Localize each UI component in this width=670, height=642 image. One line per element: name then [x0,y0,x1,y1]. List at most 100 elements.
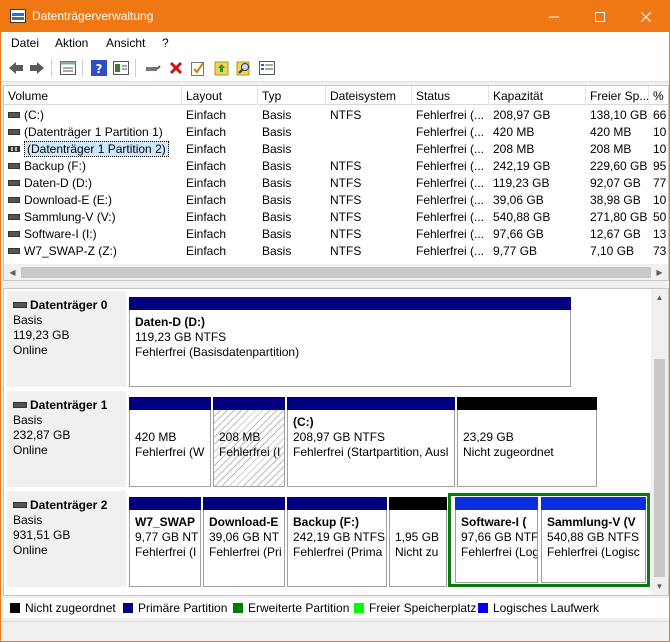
scroll-right-arrow-icon[interactable]: ▶ [651,264,668,280]
cell-kap: 9,77 GB [493,244,538,258]
partition-block[interactable]: Backup (F:) 242,19 GB NTFS Fehlerfrei (Pri… [287,497,387,587]
menu-ansicht[interactable]: Ansicht [106,36,145,50]
disk-size: 931,51 GB [13,528,71,542]
cell-fs: NTFS [330,227,362,241]
forward-button[interactable] [28,59,46,77]
menu-datei[interactable]: Datei [11,36,39,50]
volume-icon [8,111,20,118]
column-header-layout[interactable]: Layout [182,86,258,105]
volume-list-header: Volume Layout Typ Dateisystem Status Kap… [4,86,668,105]
cell-frei: 38,98 GB [590,193,641,207]
horizontal-scrollbar[interactable]: ◀ ▶ [4,264,668,280]
connect-icon [146,65,161,71]
vertical-scroll-thumb[interactable] [654,359,665,577]
partition-details: 420 MB Fehlerfrei (W [129,410,211,487]
properties-icon [60,61,76,75]
cell-frei: 92,07 GB [590,176,641,190]
help-button[interactable]: ? [90,59,108,77]
partition-block[interactable]: Software-I (97,66 GB NTFS Fehlerfrei (Log [455,497,538,583]
disk-name: Datenträger 1 [13,398,126,413]
partition-block[interactable]: 420 MB Fehlerfrei (W [129,397,211,487]
partition-block[interactable]: Daten-D (D:) 119,23 GB NTFS Fehlerfrei (Ba… [129,297,571,387]
disk-info[interactable]: Datenträger 1 Basis 232,87 GB Online [7,391,126,487]
partition-size: 208 MB [219,430,261,444]
volume-row[interactable]: Backup (F:) Einfach Basis NTFS Fehlerfrei (.… [4,157,668,174]
scroll-down-arrow-icon[interactable]: ▼ [651,578,668,595]
column-header-status[interactable]: Status [412,86,489,105]
partition-block[interactable]: Download-E 39,06 GB NT Fehlerfrei (Pri [203,497,285,587]
cell-layout: Einfach [186,244,227,258]
cell-pct: 95 [653,159,667,173]
vertical-scrollbar[interactable]: ▲ ▼ [651,289,668,595]
volume-row[interactable]: Download-E (E:) Einfach Basis NTFS Fehlerfre… [4,191,668,208]
close-button[interactable] [623,1,669,32]
disk-type: Basis [13,413,43,427]
column-header-freier-speicher[interactable]: Freier Sp... [586,86,649,105]
forward-icon [30,62,44,74]
scroll-left-arrow-icon[interactable]: ◀ [4,264,21,280]
column-header-volume[interactable]: Volume [4,86,182,105]
partition-block[interactable]: 208 MB Fehlerfrei (I [213,397,285,487]
menu-aktion[interactable]: Aktion [55,36,88,50]
connect-button[interactable] [144,59,162,77]
column-header-typ[interactable]: Typ [258,86,326,105]
partition-size: 23,29 GB [463,430,514,444]
volume-row[interactable]: (Datenträger 1 Partition 1) Einfach Basis F… [4,123,668,140]
partition-block[interactable]: 1,95 GB Nicht zu [389,497,447,587]
back-button[interactable] [7,59,25,77]
console-button[interactable] [112,59,130,77]
delete-button[interactable] [167,59,185,77]
minimize-button[interactable] [531,1,577,32]
volume-row[interactable]: Software-I (I:) Einfach Basis NTFS Fehlerfre… [4,225,668,242]
close-icon [641,11,651,22]
volume-list[interactable]: Volume Layout Typ Dateisystem Status Kap… [3,85,669,281]
partition-status: Nicht zugeordnet [463,445,554,459]
partition-status: Fehlerfrei (Pri [209,545,282,559]
partition-block[interactable]: 23,29 GB Nicht zugeordnet [457,397,597,487]
title-bar[interactable]: Datenträgerverwaltung [1,1,669,32]
column-header-dateisystem[interactable]: Dateisystem [326,86,412,105]
partition-size: 420 MB [135,430,177,444]
disk-info[interactable]: Datenträger 0 Basis 119,23 GB Online [7,291,126,387]
legend-item: Freier Speicherplatz [354,601,476,615]
partition-name: Sammlung-V (V [547,515,636,529]
properties-button[interactable] [59,59,77,77]
partition-name: (C:) [293,415,314,429]
partition-block[interactable]: (C:) 208,97 GB NTFS Fehlerfrei (Startparti… [287,397,455,487]
partition-status: Fehlerfrei (Log [461,545,538,559]
cell-pct: 73 [653,244,667,258]
horizontal-scroll-thumb[interactable] [21,267,651,278]
partition-details: 1,95 GB Nicht zu [389,510,447,587]
partition-status: Fehlerfrei (Logisc [547,545,640,559]
volume-row[interactable]: W7_SWAP-Z (Z:) Einfach Basis NTFS Fehlerfrei… [4,242,668,259]
import-button[interactable] [213,59,231,77]
disk-row: Datenträger 0 Basis 119,23 GB Online Daten-D… [4,291,653,387]
cell-pct: 13 [653,227,667,241]
list-button[interactable] [258,59,276,77]
column-header-kapazitaet[interactable]: Kapazität [489,86,586,105]
partition-name: W7_SWAP [135,515,196,529]
partition-name-spacer [463,415,596,430]
maximize-button[interactable] [577,1,623,32]
volume-row[interactable]: (Datenträger 1 Partition 2) Einfach Basis F… [4,140,668,157]
volume-icon [8,179,20,186]
partition-block[interactable]: W7_SWAP 9,77 GB NT Fehlerfrei (I [129,497,201,587]
column-header-percent[interactable]: % [649,86,668,105]
cell-frei: 229,60 GB [590,159,648,173]
partition-name-spacer [395,515,446,530]
scroll-up-arrow-icon[interactable]: ▲ [651,289,668,306]
disk-info[interactable]: Datenträger 2 Basis 931,51 GB Online [7,491,126,587]
volume-row[interactable]: Sammlung-V (V:) Einfach Basis NTFS Fehlerfre… [4,208,668,225]
menu-help[interactable]: ? [162,36,169,50]
partition-block[interactable]: Sammlung-V (V 540,88 GB NTFS Fehlerfrei (L… [541,497,646,583]
help-icon: ? [91,60,107,76]
partition-status: Fehlerfrei (Startpartition, Ausl [293,445,449,459]
partition-color-bar [455,497,538,510]
search-button[interactable] [235,59,253,77]
volume-row[interactable]: Daten-D (D:) Einfach Basis NTFS Fehlerfrei (… [4,174,668,191]
check-button[interactable] [189,59,207,77]
svg-text:?: ? [96,62,103,76]
volume-row[interactable]: (C:) Einfach Basis NTFS Fehlerfrei (... 208,9… [4,106,668,123]
cell-kap: 39,06 GB [493,193,544,207]
cell-kap: 540,88 GB [493,210,551,224]
